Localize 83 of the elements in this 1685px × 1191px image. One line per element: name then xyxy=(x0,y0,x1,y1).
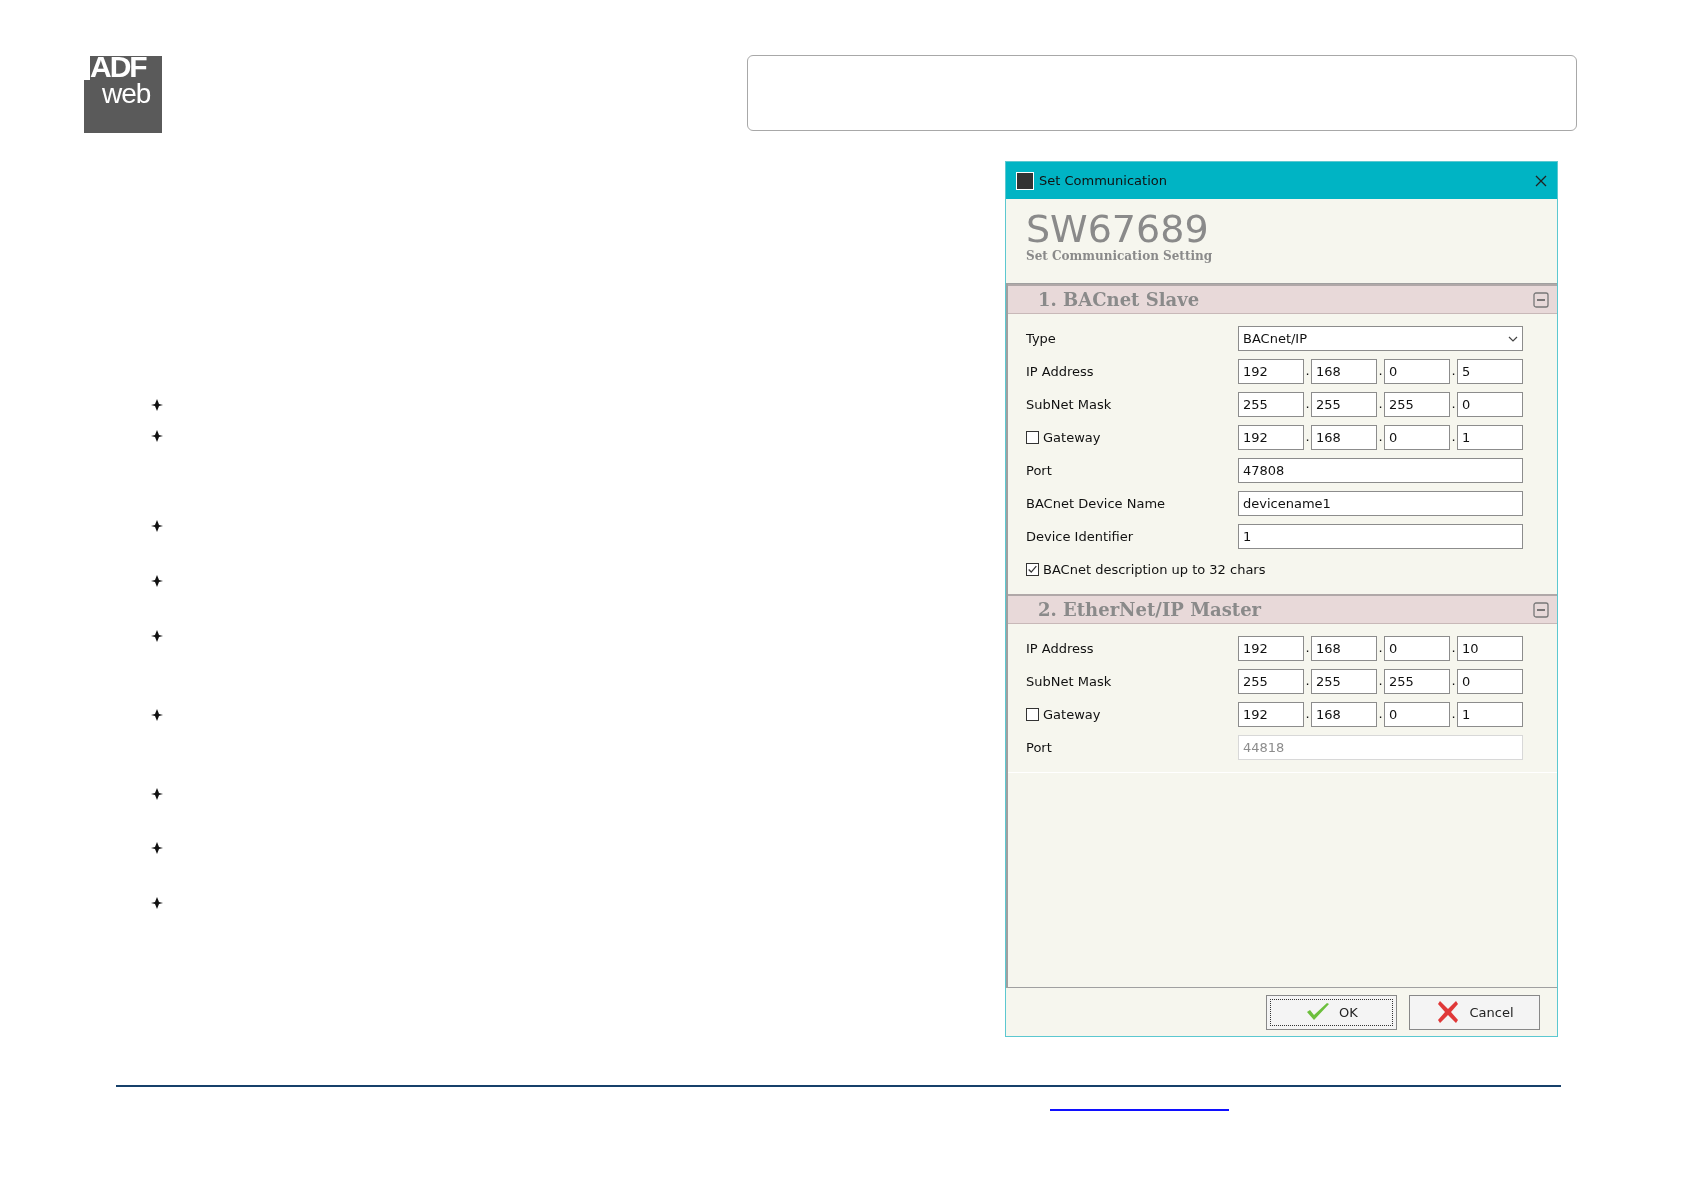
octet-field[interactable]: 0 xyxy=(1457,392,1523,417)
field-label: SubNet Mask xyxy=(1026,674,1113,689)
checkbox-label: Gateway xyxy=(1043,430,1101,445)
octet-field[interactable]: 0 xyxy=(1384,702,1450,727)
separator-dot: . xyxy=(1377,673,1384,690)
type-dropdown[interactable]: BACnet/IP xyxy=(1238,326,1523,351)
field-label: BACnet Device Name xyxy=(1026,496,1167,511)
octet-field[interactable]: 255 xyxy=(1238,669,1304,694)
separator-dot: . xyxy=(1377,706,1384,723)
dialog-subtitle: Set Communication Setting xyxy=(1026,249,1214,263)
field-label: SubNet Mask xyxy=(1026,397,1113,412)
octet-field[interactable]: 168 xyxy=(1311,636,1377,661)
octet-field[interactable]: 10 xyxy=(1457,636,1523,661)
separator-dot: . xyxy=(1304,640,1311,657)
octet-field[interactable]: 0 xyxy=(1384,359,1450,384)
octet-field[interactable]: 192 xyxy=(1238,702,1304,727)
octet-field[interactable]: 255 xyxy=(1238,392,1304,417)
text-field[interactable]: 47808 xyxy=(1238,458,1523,483)
bullet-icon xyxy=(150,841,164,855)
separator-dot: . xyxy=(1304,363,1311,380)
text-field[interactable]: 1 xyxy=(1238,524,1523,549)
product-code: SW67689 xyxy=(1026,209,1209,249)
octet-field[interactable]: 5 xyxy=(1457,359,1523,384)
checkmark-icon xyxy=(1305,1002,1332,1022)
separator-dot: . xyxy=(1377,429,1384,446)
octet-field[interactable]: 255 xyxy=(1384,392,1450,417)
checkbox-label: BACnet description up to 32 chars xyxy=(1043,562,1266,577)
close-icon[interactable] xyxy=(1535,174,1547,187)
octet-field[interactable]: 1 xyxy=(1457,425,1523,450)
bullet-icon xyxy=(150,429,164,443)
separator-dot: . xyxy=(1304,396,1311,413)
octet-field[interactable]: 0 xyxy=(1384,636,1450,661)
octet-field[interactable]: 0 xyxy=(1457,669,1523,694)
field-label: Port xyxy=(1026,740,1053,755)
separator-dot: . xyxy=(1450,363,1457,380)
octet-field[interactable]: 192 xyxy=(1238,636,1304,661)
separator-dot: . xyxy=(1304,673,1311,690)
octet-field[interactable]: 0 xyxy=(1384,425,1450,450)
separator-dot: . xyxy=(1377,363,1384,380)
collapse-icon[interactable] xyxy=(1533,291,1549,308)
separator-dot: . xyxy=(1304,706,1311,723)
separator-dot: . xyxy=(1450,429,1457,446)
separator-dot: . xyxy=(1450,706,1457,723)
octet-field[interactable]: 192 xyxy=(1238,425,1304,450)
bullet-icon xyxy=(150,398,164,412)
separator-dot: . xyxy=(1377,640,1384,657)
collapse-icon[interactable] xyxy=(1533,601,1549,618)
field-label: IP Address xyxy=(1026,364,1095,379)
checkbox[interactable] xyxy=(1026,563,1039,576)
octet-field[interactable]: 255 xyxy=(1311,669,1377,694)
ok-button[interactable]: OK xyxy=(1266,994,1397,1030)
octet-field[interactable]: 168 xyxy=(1311,359,1377,384)
cancel-button[interactable]: Cancel xyxy=(1409,994,1540,1030)
window-title: Set Communication xyxy=(1039,173,1168,188)
text-field: 44818 xyxy=(1238,735,1523,760)
field-label: Type xyxy=(1026,331,1057,346)
checkbox-label: Gateway xyxy=(1043,707,1101,722)
checkbox[interactable] xyxy=(1026,708,1039,721)
bullet-icon xyxy=(150,519,164,533)
bullet-icon xyxy=(150,896,164,910)
octet-field[interactable]: 168 xyxy=(1311,702,1377,727)
bullet-icon xyxy=(150,708,164,722)
separator-dot: . xyxy=(1450,640,1457,657)
octet-field[interactable]: 1 xyxy=(1457,702,1523,727)
bullet-icon xyxy=(150,574,164,588)
bullet-icon xyxy=(150,629,164,643)
separator-dot: . xyxy=(1450,396,1457,413)
field-label: IP Address xyxy=(1026,641,1095,656)
chevron-down-icon xyxy=(1508,335,1518,342)
octet-field[interactable]: 255 xyxy=(1384,669,1450,694)
text-field[interactable]: devicename1 xyxy=(1238,491,1523,516)
separator-dot: . xyxy=(1304,429,1311,446)
bullet-icon xyxy=(150,787,164,801)
octet-field[interactable]: 192 xyxy=(1238,359,1304,384)
octet-field[interactable]: 168 xyxy=(1311,425,1377,450)
field-label: Port xyxy=(1026,463,1053,478)
octet-field[interactable]: 255 xyxy=(1311,392,1377,417)
separator-dot: . xyxy=(1377,396,1384,413)
separator-dot: . xyxy=(1450,673,1457,690)
checkbox[interactable] xyxy=(1026,431,1039,444)
app-icon xyxy=(1016,171,1034,190)
field-label: Device Identifier xyxy=(1026,529,1135,544)
company-logo: ADF web xyxy=(84,56,162,133)
